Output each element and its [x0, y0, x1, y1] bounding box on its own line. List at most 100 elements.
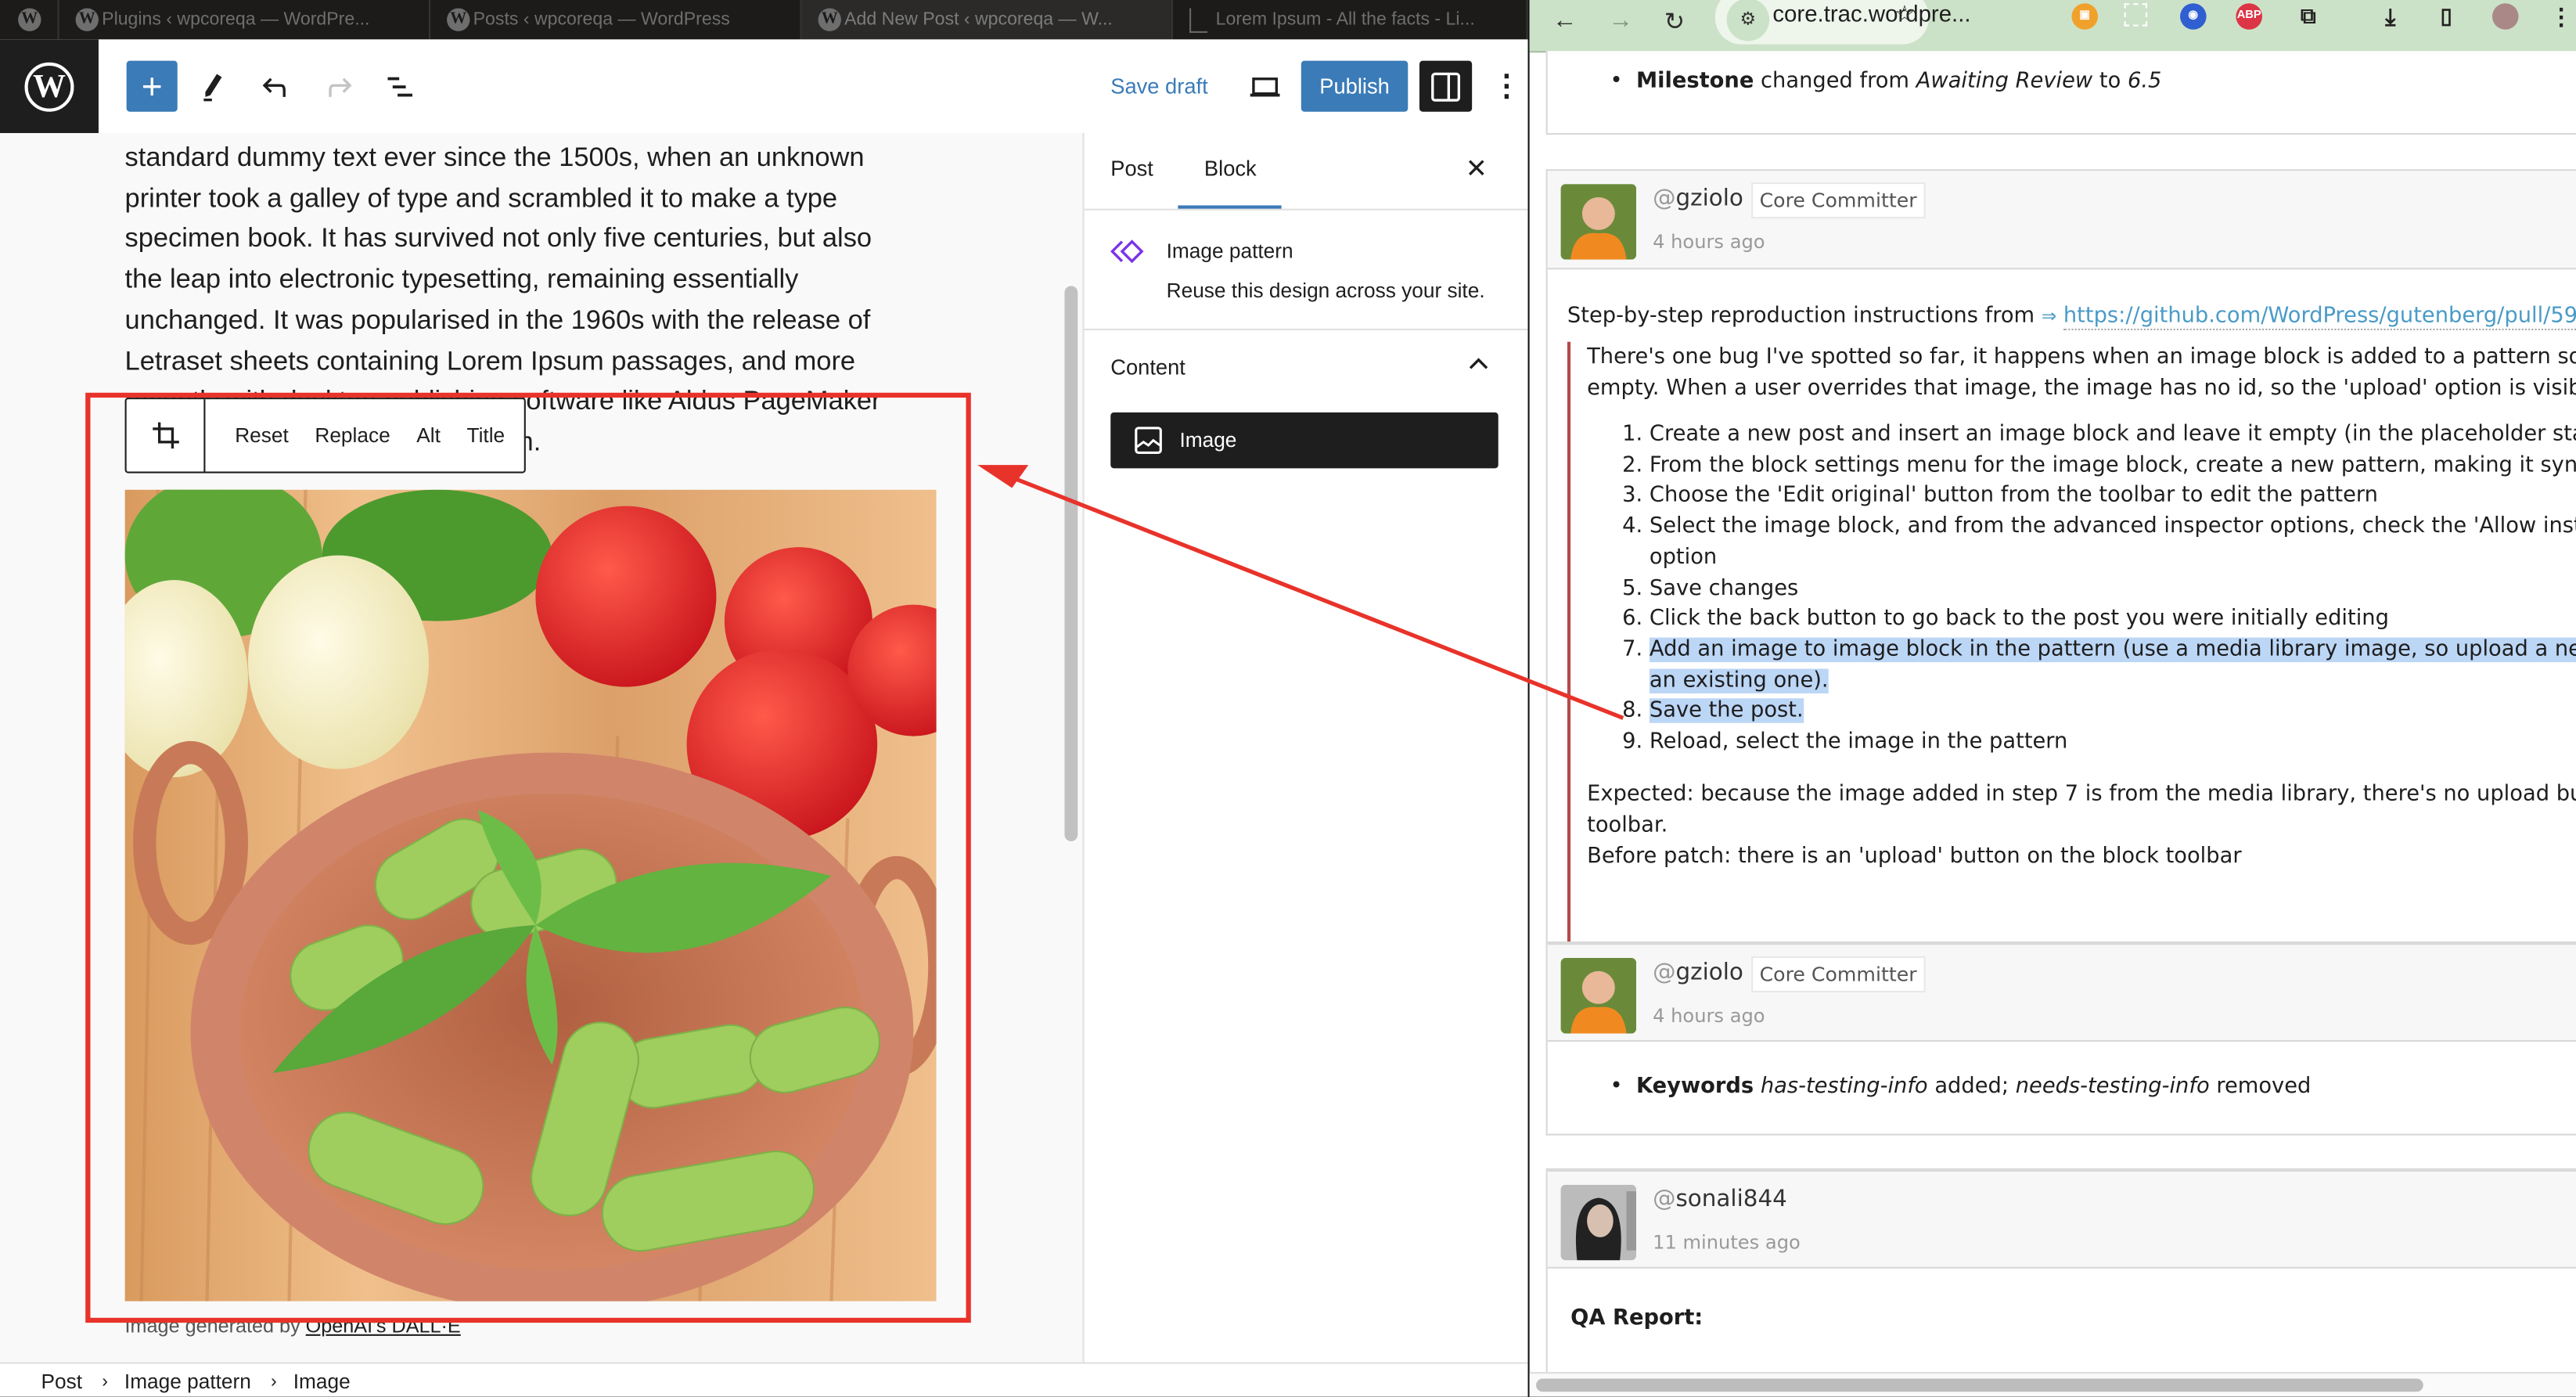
editor-canvas[interactable]: standard dummy text ever since the 1500s… — [0, 133, 1083, 1363]
qa-report-heading: QA Report: — [1570, 1306, 1704, 1331]
comment-author[interactable]: @gziolo — [1653, 960, 1743, 986]
avatar[interactable] — [1560, 958, 1637, 1034]
back-button[interactable]: ← — [1552, 6, 1577, 34]
tab-title: Plugins ‹ wpcoreqa — WordPre... — [102, 9, 370, 30]
comment-author[interactable]: @gziolo — [1653, 185, 1743, 212]
github-pr-link[interactable]: https://github.com/WordPress/gutenberg/p… — [2063, 304, 2576, 330]
wordpress-icon: W — [447, 8, 470, 31]
side-panel-icon[interactable]: ▯ — [2433, 3, 2459, 30]
caption-link[interactable]: OpenAI's DALL·E — [306, 1315, 461, 1338]
redo-icon — [329, 77, 352, 96]
reset-button[interactable]: Reset — [221, 424, 301, 447]
quoted-comment: There's one bug I've spotted so far, it … — [1567, 341, 2576, 950]
breadcrumb-image-pattern[interactable]: Image pattern — [108, 1370, 251, 1392]
forward-button[interactable]: → — [1608, 6, 1632, 34]
comment-time[interactable]: 4 hours ago — [1653, 1004, 1765, 1027]
block-card-description: Reuse this design across your site. — [1166, 279, 1485, 303]
tools-button[interactable] — [191, 61, 237, 112]
alt-button[interactable]: Alt — [403, 424, 453, 447]
image-icon — [1135, 427, 1162, 454]
replace-button[interactable]: Replace — [302, 424, 404, 447]
redo-button[interactable] — [315, 61, 362, 112]
image-caption[interactable]: Image generated by OpenAI's DALL·E — [125, 1315, 461, 1338]
external-link-icon: ⇒ — [2041, 305, 2057, 327]
wordpress-logo-button[interactable]: W — [0, 39, 99, 134]
wordpress-editor: W + Save draft Publish ⋮ standard dummy … — [0, 39, 1528, 1397]
download-icon[interactable]: ⤓ — [2377, 3, 2404, 30]
browser-tab[interactable]: Lorem Ipsum - All the facts - Li... — [1173, 0, 1528, 40]
sidebar-tabs: Post Block ✕ — [1084, 133, 1528, 211]
editor-header: W + Save draft Publish ⋮ — [0, 39, 1528, 135]
image-block-toolbar: Reset Replace Alt Title — [124, 398, 526, 473]
comment: @gziolo Core Committer 4 hours ago Step-… — [1545, 169, 2576, 959]
publish-button[interactable]: Publish — [1301, 60, 1409, 112]
comment-author[interactable]: @sonali844 — [1653, 1186, 1787, 1213]
comment-time[interactable]: 4 hours ago — [1653, 230, 1765, 253]
scrollbar-thumb[interactable] — [1536, 1378, 2423, 1392]
toolbar-group: Reset Replace Alt Title — [205, 399, 517, 471]
horizontal-scrollbar[interactable] — [1529, 1372, 2576, 1397]
site-info-icon[interactable]: ⚙ — [1726, 0, 1770, 41]
camera-extension-icon[interactable]: ▣ — [2071, 3, 2099, 30]
new-value: 6.5 — [2128, 69, 2162, 94]
browser-tab-active[interactable]: W Add New Post ‹ wpcoreqa — W... — [801, 0, 1174, 40]
username: gziolo — [1675, 185, 1743, 212]
avatar-image — [1560, 1184, 1637, 1261]
close-settings-button[interactable]: ✕ — [1466, 153, 1488, 185]
reproduction-steps: Create a new post and insert an image bl… — [1587, 420, 2576, 758]
active-tab-indicator — [1178, 205, 1282, 209]
comment-header: @gziolo Core Committer 4 hours ago — [1547, 943, 2576, 1042]
canvas-scrollbar[interactable] — [1064, 286, 1078, 841]
field-name: Milestone — [1635, 69, 1754, 94]
breadcrumb-post[interactable]: Post — [0, 1370, 82, 1392]
document-overview-button[interactable] — [378, 61, 424, 112]
bookmark-star-icon[interactable]: ☆ — [1894, 0, 1915, 28]
puzzle-icon[interactable]: ⧉ — [2295, 3, 2322, 30]
save-draft-button[interactable]: Save draft — [1110, 61, 1207, 112]
tab-title: Lorem Ipsum - All the facts - Li... — [1215, 9, 1475, 30]
block-inserter-button[interactable]: + — [126, 60, 178, 112]
avatar[interactable] — [1560, 184, 1637, 260]
content-image-label: Image — [1179, 428, 1237, 452]
tab-block[interactable]: Block — [1204, 156, 1257, 180]
ghost-extension-icon[interactable]: ◉ — [2180, 3, 2207, 30]
step-highlighted: Add an image to image block in the patte… — [1649, 635, 2576, 697]
quote-line: There's one bug I've spotted so far, it … — [1587, 344, 2576, 370]
tab-post[interactable]: Post — [1110, 156, 1153, 180]
image-block[interactable] — [124, 489, 937, 1302]
change-verb: added; — [1934, 1075, 2009, 1100]
profile-avatar[interactable] — [2491, 3, 2519, 30]
crop-button[interactable] — [127, 399, 206, 472]
browser-tab[interactable]: W Posts ‹ wpcoreqa — WordPress — [430, 0, 802, 40]
chevron-up-icon[interactable] — [1466, 351, 1492, 378]
content-image-item[interactable]: Image — [1110, 412, 1498, 469]
comment-time[interactable]: 11 minutes ago — [1653, 1231, 1801, 1254]
browser-tab-pinned[interactable]: W — [0, 0, 59, 40]
block-card: Image pattern Reuse this design across y… — [1084, 211, 1528, 330]
before-patch-text: Before patch: there is an 'upload' butto… — [1587, 844, 2242, 870]
url-text[interactable]: core.trac.wordpre... — [1772, 0, 1970, 27]
paragraph-line: standard dummy text ever since the 1500s… — [124, 142, 865, 173]
browser-tab[interactable]: W Plugins ‹ wpcoreqa — WordPre... — [59, 0, 431, 40]
avatar[interactable] — [1560, 1184, 1637, 1261]
reload-button[interactable]: ↻ — [1664, 6, 1685, 36]
block-breadcrumb: Post › Image pattern › Image — [0, 1362, 1528, 1397]
paragraph-line: the leap into electronic typesetting, re… — [124, 265, 799, 295]
options-menu-button[interactable]: ⋮ — [1491, 61, 1521, 112]
comment-header: @gziolo Core Committer 4 hours ago — [1547, 171, 2576, 270]
preview-button[interactable] — [1245, 61, 1284, 112]
arrow-left-icon: ← — [1552, 6, 1578, 35]
adblock-plus-icon[interactable]: ABP — [2236, 3, 2263, 30]
content-panel-title[interactable]: Content — [1110, 355, 1185, 379]
title-button[interactable]: Title — [454, 424, 518, 447]
step: Click the back button to go back to the … — [1650, 605, 2576, 635]
screenshot-extension-icon[interactable] — [2124, 3, 2148, 27]
username: sonali844 — [1675, 1186, 1787, 1213]
undo-button[interactable] — [253, 61, 299, 112]
comment: @sonali844 11 minutes ago QA Report: — [1545, 1168, 2576, 1376]
pencil-icon — [203, 73, 222, 101]
settings-toggle-button[interactable] — [1419, 60, 1473, 112]
tab-title: Posts ‹ wpcoreqa — WordPress — [473, 9, 730, 30]
paragraph-line: Letraset sheets containing Lorem Ipsum p… — [124, 345, 856, 376]
chrome-menu-icon[interactable]: ⋮ — [2548, 3, 2574, 30]
